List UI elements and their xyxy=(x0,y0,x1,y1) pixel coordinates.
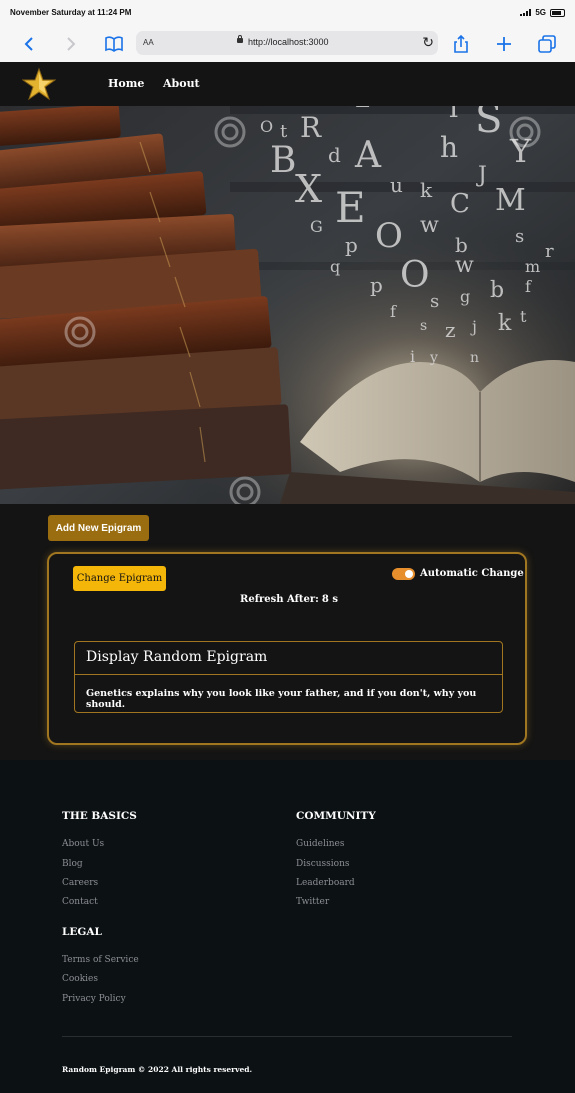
footer-link-twitter[interactable]: Twitter xyxy=(296,897,329,907)
svg-text:n: n xyxy=(470,350,479,366)
svg-text:d: d xyxy=(328,143,341,167)
svg-text:p: p xyxy=(370,273,383,297)
svg-text:O: O xyxy=(375,216,403,256)
signal-icon xyxy=(520,9,532,16)
footer-link-cookies[interactable]: Cookies xyxy=(62,974,98,984)
add-epigram-button[interactable]: Add New Epigram xyxy=(48,515,149,541)
footer-link-blog[interactable]: Blog xyxy=(62,859,83,869)
footer: THE BASICS About Us Blog Careers Contact… xyxy=(0,760,575,1093)
footer-link-about-us[interactable]: About Us xyxy=(62,839,104,849)
url-text[interactable]: http://localhost:3000 xyxy=(248,37,329,47)
forward-icon[interactable] xyxy=(58,31,84,57)
footer-link-discussions[interactable]: Discussions xyxy=(296,859,350,869)
footer-link-terms[interactable]: Terms of Service xyxy=(62,955,139,965)
text-size-button[interactable]: AA xyxy=(143,38,154,47)
svg-text:E: E xyxy=(335,183,366,232)
quote-box: Display Random Epigram Genetics explains… xyxy=(74,641,503,713)
footer-link-contact[interactable]: Contact xyxy=(62,897,98,907)
reload-icon[interactable]: ↻ xyxy=(422,34,434,51)
svg-text:O: O xyxy=(260,117,273,136)
footer-link-privacy[interactable]: Privacy Policy xyxy=(62,994,126,1004)
svg-text:J: J xyxy=(476,163,487,188)
footer-divider xyxy=(62,1036,512,1037)
hero-illustration: D E L T O t R S B d A h Y X u k C J E M … xyxy=(0,62,575,504)
svg-text:p: p xyxy=(345,233,358,257)
footer-link-leaderboard[interactable]: Leaderboard xyxy=(296,878,355,888)
svg-text:r: r xyxy=(545,241,554,262)
svg-text:R: R xyxy=(300,111,322,144)
share-icon[interactable] xyxy=(448,31,474,57)
svg-text:q: q xyxy=(330,257,340,276)
svg-text:M: M xyxy=(495,183,526,218)
svg-text:m: m xyxy=(525,257,540,276)
change-epigram-button[interactable]: Change Epigram xyxy=(73,566,166,591)
back-icon[interactable] xyxy=(16,31,42,57)
svg-text:t: t xyxy=(280,121,288,142)
nav-home-link[interactable]: Home xyxy=(108,77,144,90)
svg-text:s: s xyxy=(430,291,439,312)
svg-text:i: i xyxy=(410,347,415,366)
network-label: 5G xyxy=(535,8,546,17)
battery-icon xyxy=(550,8,565,17)
tabs-icon[interactable] xyxy=(534,31,560,57)
footer-link-guidelines[interactable]: Guidelines xyxy=(296,839,344,849)
footer-community-heading: COMMUNITY xyxy=(296,810,376,822)
star-logo-icon[interactable] xyxy=(22,67,56,101)
svg-text:w: w xyxy=(420,213,439,238)
epigram-card: Change Epigram Automatic Change Refresh … xyxy=(47,552,527,745)
svg-text:t: t xyxy=(520,307,527,326)
status-time: November Saturday at 11:24 PM xyxy=(10,8,132,17)
svg-text:u: u xyxy=(390,173,403,197)
auto-change-toggle[interactable] xyxy=(392,568,415,580)
refresh-value: 8 s xyxy=(321,594,338,605)
footer-basics-heading: THE BASICS xyxy=(62,810,137,822)
browser-toolbar: AA http://localhost:3000 ↻ xyxy=(0,26,575,63)
quote-text: Genetics explains why you look like your… xyxy=(86,688,477,710)
svg-text:z: z xyxy=(445,318,456,342)
svg-text:j: j xyxy=(470,317,477,336)
svg-text:w: w xyxy=(455,253,474,278)
refresh-timer: Refresh After: 8 s xyxy=(49,594,529,605)
svg-text:g: g xyxy=(460,287,470,306)
svg-text:X: X xyxy=(295,167,322,211)
svg-text:C: C xyxy=(450,189,470,219)
lock-icon xyxy=(237,35,243,43)
main-section: Add New Epigram Change Epigram Automatic… xyxy=(0,504,575,760)
svg-text:B: B xyxy=(270,140,296,181)
svg-text:O: O xyxy=(400,255,430,296)
bookmarks-icon[interactable] xyxy=(101,31,127,57)
svg-text:h: h xyxy=(440,131,458,164)
svg-text:k: k xyxy=(498,311,512,336)
new-tab-icon[interactable] xyxy=(491,31,517,57)
svg-text:G: G xyxy=(310,217,323,236)
svg-text:s: s xyxy=(515,226,524,247)
address-bar[interactable]: AA http://localhost:3000 ↻ xyxy=(136,31,438,55)
hero-image: D E L T O t R S B d A h Y X u k C J E M … xyxy=(0,62,575,504)
svg-text:k: k xyxy=(420,178,433,202)
status-indicators: 5G xyxy=(520,8,565,17)
nav-about-link[interactable]: About xyxy=(163,77,200,90)
status-bar: November Saturday at 11:24 PM 5G xyxy=(0,0,575,26)
svg-text:s: s xyxy=(420,318,427,334)
auto-change-label: Automatic Change xyxy=(420,568,524,579)
footer-link-careers[interactable]: Careers xyxy=(62,878,98,888)
quote-title: Display Random Epigram xyxy=(75,642,502,675)
copyright-text: Random Epigram © 2022 All rights reserve… xyxy=(62,1065,253,1074)
footer-legal-heading: LEGAL xyxy=(62,926,102,938)
refresh-label: Refresh After: xyxy=(240,594,319,605)
svg-text:y: y xyxy=(429,350,438,366)
svg-text:A: A xyxy=(354,135,382,176)
svg-text:b: b xyxy=(490,278,504,303)
top-navbar: Home About xyxy=(0,62,575,106)
